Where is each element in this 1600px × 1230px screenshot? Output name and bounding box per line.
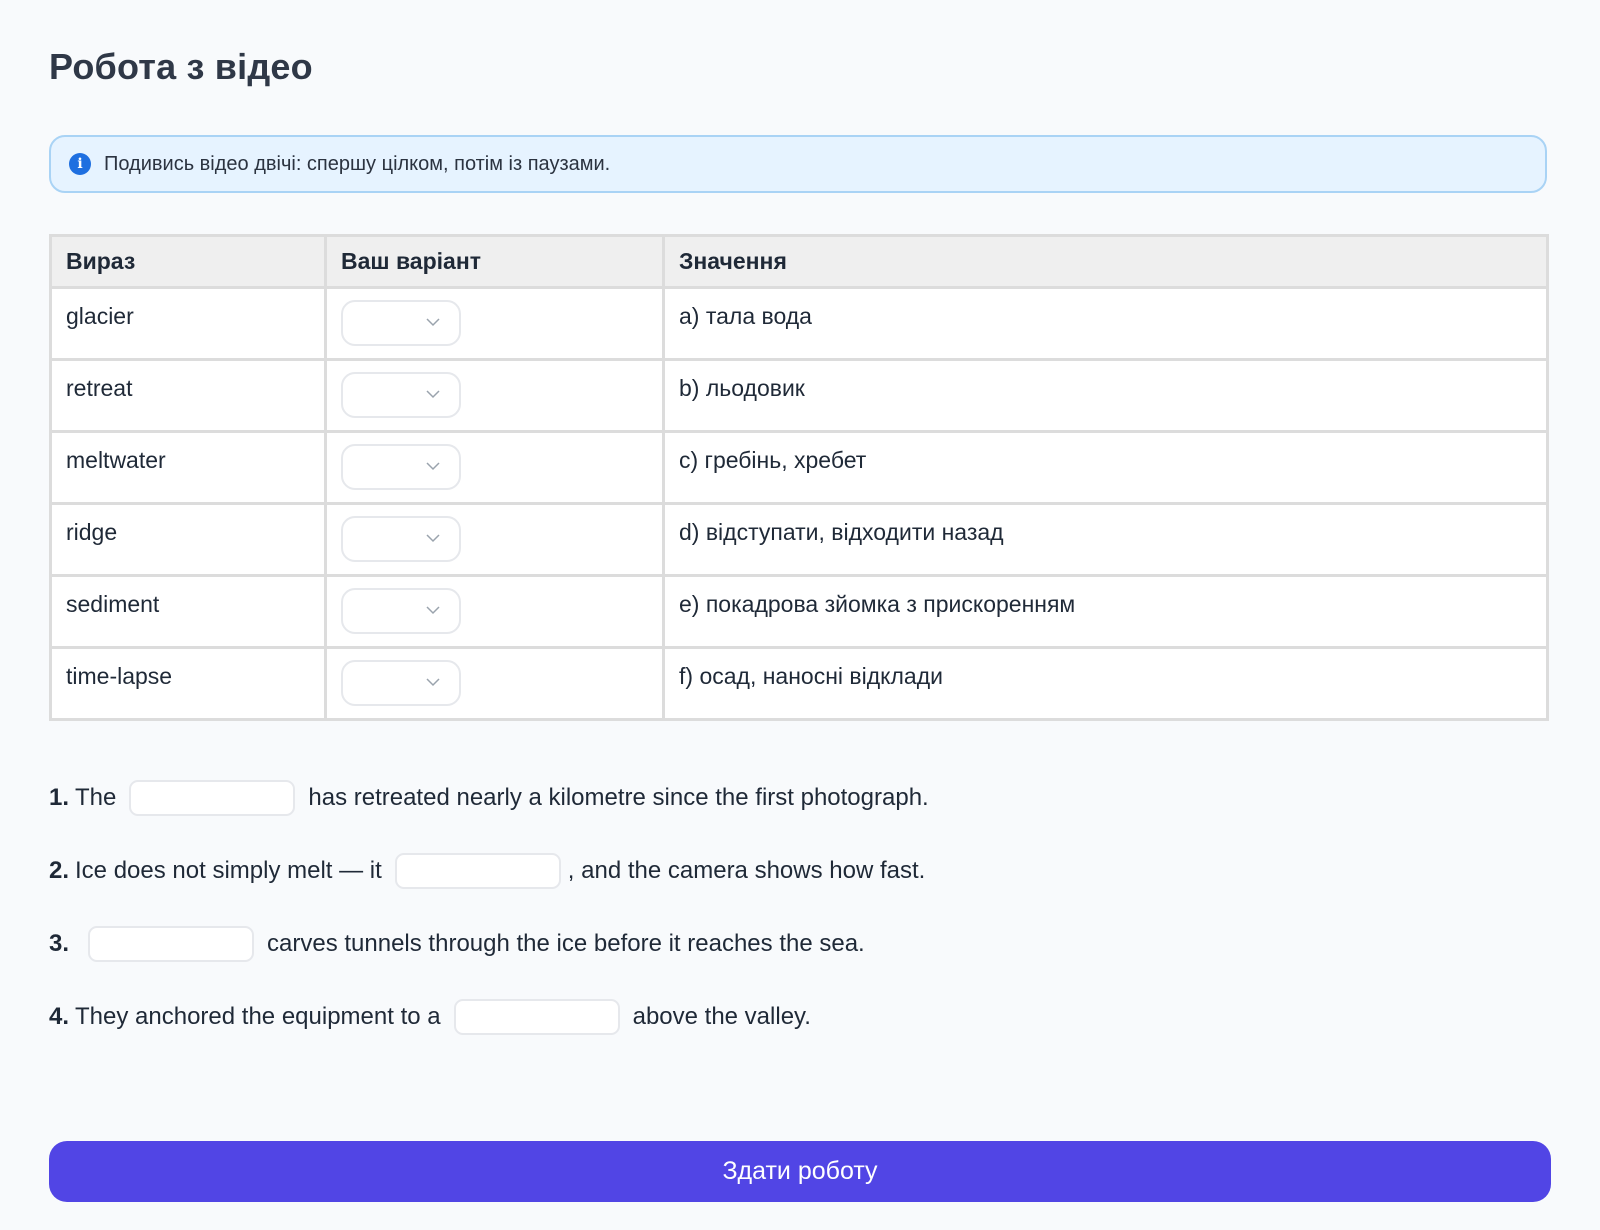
chevron-down-icon <box>426 606 440 615</box>
exercise-number: 3. <box>49 930 70 957</box>
header-term: Вираз <box>49 234 327 289</box>
term-cell: meltwater <box>49 430 327 505</box>
table-row: time-lapse f) осад, наносні відклади <box>49 646 1549 721</box>
answer-cell <box>324 502 665 577</box>
meaning-cell: b) льодовик <box>662 358 1549 433</box>
header-answer: Ваш варіант <box>324 234 665 289</box>
exercise-blank-input[interactable] <box>394 853 561 889</box>
chevron-down-icon <box>426 318 440 327</box>
info-icon: i <box>69 153 91 175</box>
exercise-number: 4. <box>49 1003 70 1030</box>
exercise-sentence-3: 3. carves tunnels through the ice before… <box>49 926 1549 962</box>
info-text: Подивись відео двічі: спершу цілком, пот… <box>104 152 611 175</box>
answer-select[interactable] <box>341 516 461 562</box>
exercise-text-after: , and the camera shows how fast. <box>567 857 926 884</box>
meaning-cell: f) осад, наносні відклади <box>662 646 1549 721</box>
term-cell: sediment <box>49 574 327 649</box>
answer-cell <box>324 358 665 433</box>
chevron-down-icon <box>426 390 440 399</box>
term-cell: ridge <box>49 502 327 577</box>
meaning-cell: e) покадрова зйомка з прискоренням <box>662 574 1549 649</box>
exercise-blank-input[interactable] <box>453 999 620 1035</box>
fill-in-exercises: 1. The has retreated nearly a kilometre … <box>49 780 1549 1072</box>
table-row: ridge d) відступати, відходити назад <box>49 502 1549 577</box>
answer-select[interactable] <box>341 300 461 346</box>
page-title: Робота з відео <box>49 46 313 87</box>
meaning-cell: c) гребінь, хребет <box>662 430 1549 505</box>
exercise-text-after: carves tunnels through the ice before it… <box>267 930 865 957</box>
table-row: sediment e) покадрова зйомка з прискорен… <box>49 574 1549 649</box>
answer-select[interactable] <box>341 588 461 634</box>
vocabulary-table: Вираз Ваш варіант Значення glacier a) та… <box>49 234 1549 721</box>
answer-cell <box>324 574 665 649</box>
answer-select[interactable] <box>341 372 461 418</box>
exercise-blank-input[interactable] <box>88 926 255 962</box>
exercise-number: 1. <box>49 784 70 811</box>
answer-select[interactable] <box>341 444 461 490</box>
answer-select[interactable] <box>341 660 461 706</box>
chevron-down-icon <box>426 534 440 543</box>
term-cell: time-lapse <box>49 646 327 721</box>
table-header-row: Вираз Ваш варіант Значення <box>49 234 1549 289</box>
table-row: retreat b) льодовик <box>49 358 1549 433</box>
exercise-text-before: The <box>75 784 117 811</box>
answer-cell <box>324 430 665 505</box>
exercise-sentence-4: 4. They anchored the equipment to a abov… <box>49 999 1549 1035</box>
chevron-down-icon <box>426 678 440 687</box>
exercise-text-after: has retreated nearly a kilometre since t… <box>308 784 929 811</box>
info-banner: i Подивись відео двічі: спершу цілком, п… <box>49 135 1547 193</box>
submit-button[interactable]: Здати роботу <box>49 1141 1551 1202</box>
exercise-text-before: Ice does not simply melt — it <box>75 857 382 884</box>
exercise-text-after: above the valley. <box>632 1003 811 1030</box>
meaning-cell: d) відступати, відходити назад <box>662 502 1549 577</box>
table-row: glacier a) тала вода <box>49 286 1549 361</box>
exercise-blank-input[interactable] <box>129 780 296 816</box>
term-cell: glacier <box>49 286 327 361</box>
answer-cell <box>324 646 665 721</box>
chevron-down-icon <box>426 462 440 471</box>
table-row: meltwater c) гребінь, хребет <box>49 430 1549 505</box>
answer-cell <box>324 286 665 361</box>
exercise-number: 2. <box>49 857 70 884</box>
term-cell: retreat <box>49 358 327 433</box>
header-meaning: Значення <box>662 234 1549 289</box>
meaning-cell: a) тала вода <box>662 286 1549 361</box>
exercise-sentence-2: 2. Ice does not simply melt — it , and t… <box>49 853 1549 889</box>
exercise-sentence-1: 1. The has retreated nearly a kilometre … <box>49 780 1549 816</box>
exercise-text-before: They anchored the equipment to a <box>75 1003 441 1030</box>
